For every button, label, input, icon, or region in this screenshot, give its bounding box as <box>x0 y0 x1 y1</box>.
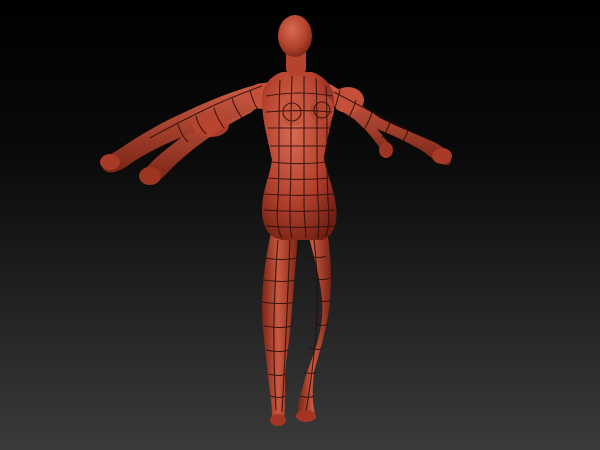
head <box>278 15 312 57</box>
right-foot <box>296 410 316 422</box>
right-hand <box>432 148 452 164</box>
sculpt-viewport[interactable] <box>0 0 600 450</box>
left-foot <box>270 414 286 426</box>
left-hand-back <box>139 167 161 185</box>
sculpt-canvas <box>0 0 600 450</box>
left-hand <box>100 154 120 170</box>
right-hand-back <box>379 142 393 158</box>
